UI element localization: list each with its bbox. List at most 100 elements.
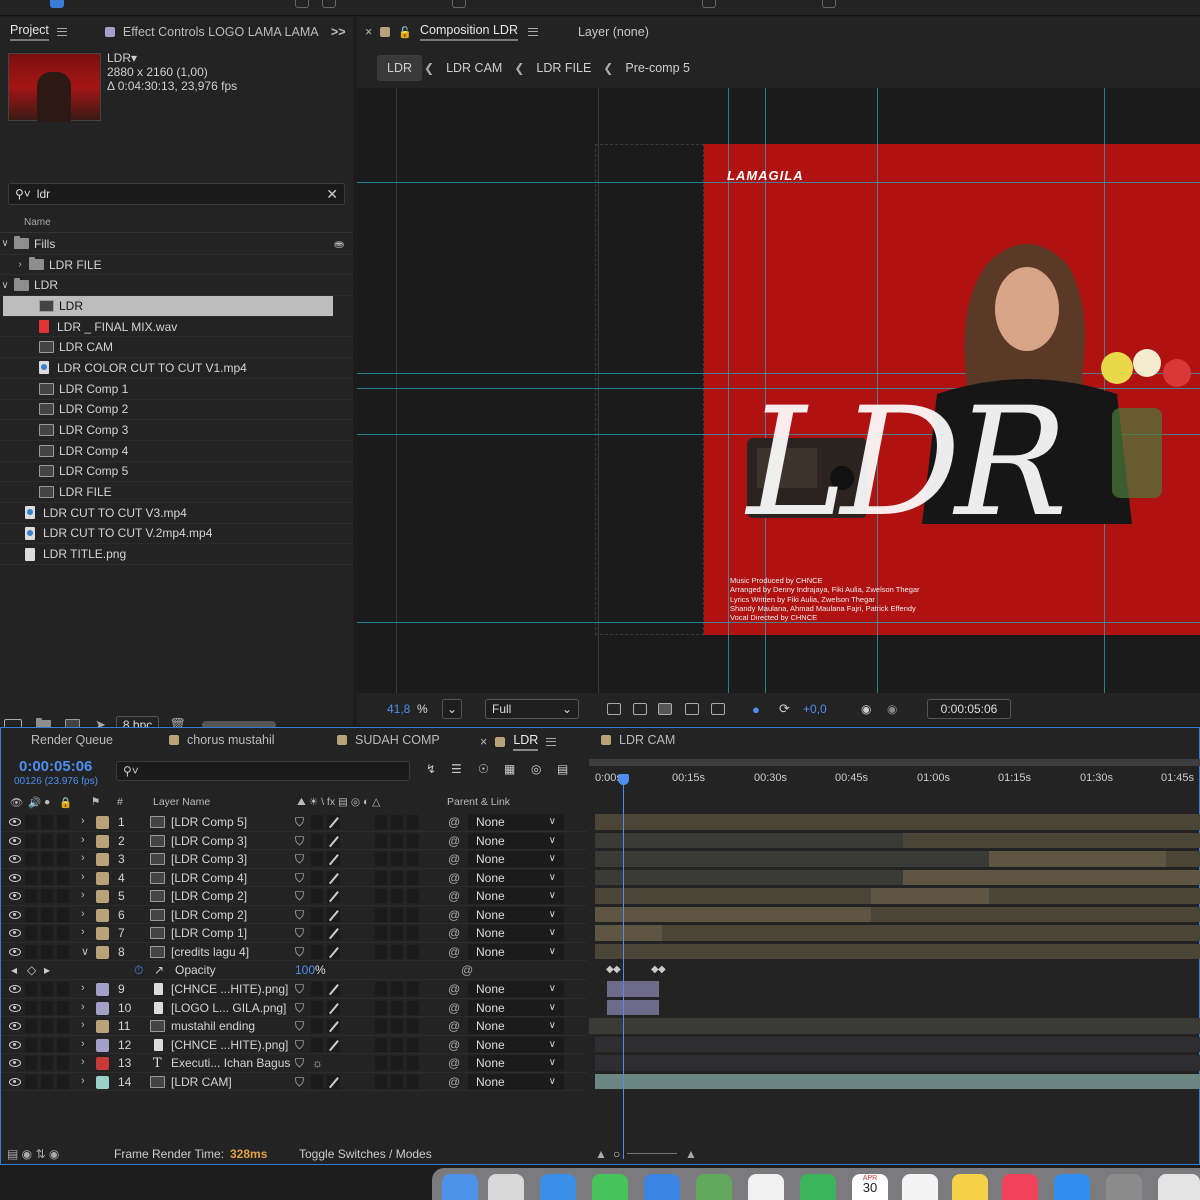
switch-box[interactable]: [407, 889, 419, 903]
collapse-switch[interactable]: [311, 907, 323, 922]
layer-row[interactable]: › 12 [CHNCE ...HITE).png] ⛉ @ None ∨: [1, 1036, 587, 1054]
quality-switch[interactable]: [327, 1037, 340, 1052]
label-color-swatch[interactable]: [96, 890, 109, 903]
photos-icon[interactable]: [748, 1174, 784, 1200]
layer-duration-bar[interactable]: [871, 888, 989, 904]
notes-icon[interactable]: [952, 1174, 988, 1200]
clear-search-icon[interactable]: ✕: [326, 186, 338, 203]
fast-previews-icon[interactable]: [607, 703, 621, 715]
layer-duration-bar[interactable]: [595, 869, 903, 885]
pick-whip-icon[interactable]: @: [448, 926, 460, 940]
pick-whip-icon[interactable]: @: [448, 1038, 460, 1052]
expand-chevron-icon[interactable]: ›: [81, 1038, 85, 1050]
switch-box[interactable]: [407, 815, 419, 829]
pick-whip-icon[interactable]: @: [448, 834, 460, 848]
label-color-swatch[interactable]: [96, 853, 109, 866]
layer-row[interactable]: › 13 T Executi... Ichan Bagus ⛉ ☼ @ None ∨: [1, 1054, 587, 1073]
zoom-in-icon[interactable]: ▲: [685, 1147, 697, 1161]
maps-icon[interactable]: [696, 1174, 732, 1200]
quality-switch[interactable]: [327, 852, 340, 866]
audio-toggle[interactable]: [25, 1037, 37, 1052]
project-item[interactable]: LDR CUT TO CUT V3.mp4: [0, 503, 353, 524]
breadcrumb-ldr-cam[interactable]: LDR CAM: [436, 55, 512, 81]
label-color-swatch[interactable]: [96, 1057, 109, 1070]
switch-box[interactable]: [375, 889, 387, 903]
switch-box[interactable]: [375, 870, 387, 885]
parent-dropdown[interactable]: None ∨: [468, 943, 564, 960]
expand-chevron-icon[interactable]: ›: [81, 834, 85, 846]
close-tab-icon[interactable]: ×: [480, 735, 487, 749]
layer-name[interactable]: [LOGO L... GILA.png]: [171, 1001, 286, 1015]
panel-menu-icon[interactable]: [546, 738, 557, 746]
shy-switch-icon[interactable]: ⛉: [295, 834, 304, 849]
switch-box[interactable]: [407, 1074, 419, 1089]
switch-box[interactable]: [391, 852, 403, 866]
prev-keyframe-icon[interactable]: ◂: [11, 963, 17, 977]
switch-box[interactable]: [391, 907, 403, 922]
zoom-value[interactable]: 41,8: [387, 702, 410, 716]
layer-duration-bar[interactable]: [589, 1018, 1200, 1034]
layer-duration-bar[interactable]: [595, 925, 662, 941]
calendar-icon[interactable]: APR 30: [852, 1174, 888, 1200]
switch-box[interactable]: [375, 982, 387, 996]
shy-switch-icon[interactable]: ⛉: [295, 1038, 304, 1053]
lock-toggle[interactable]: [57, 944, 69, 959]
chevron-right-icon[interactable]: ›: [15, 259, 25, 270]
quality-switch[interactable]: [327, 815, 340, 829]
shy-switch-icon[interactable]: ⛉: [295, 908, 304, 923]
project-item[interactable]: LDR Comp 4: [0, 441, 353, 462]
solo-toggle[interactable]: [41, 852, 53, 866]
layer-duration-bar[interactable]: [903, 869, 1200, 885]
layer-row[interactable]: › 4 [LDR Comp 4] ⛉ @ None ∨: [1, 869, 587, 887]
playhead-handle[interactable]: [618, 774, 629, 785]
visibility-eye-icon[interactable]: [9, 892, 21, 900]
switch-box[interactable]: [375, 1000, 387, 1015]
toolbar-icon[interactable]: [822, 0, 836, 8]
toolbar-icon[interactable]: [452, 0, 466, 8]
switch-box[interactable]: [375, 907, 387, 922]
layer-name[interactable]: [LDR Comp 4]: [171, 871, 247, 885]
collapse-switch[interactable]: [311, 926, 323, 940]
transparency-grid-icon[interactable]: [633, 703, 647, 715]
draft-3d-icon[interactable]: ↯: [426, 762, 436, 776]
messages-icon[interactable]: [592, 1174, 628, 1200]
lock-toggle[interactable]: [57, 1074, 69, 1089]
toggle-switches-modes-button[interactable]: Toggle Switches / Modes: [299, 1147, 432, 1161]
opacity-value[interactable]: 100: [295, 963, 315, 977]
audio-toggle[interactable]: [25, 889, 37, 903]
layer-row[interactable]: › 10 [LOGO L... GILA.png] ⛉ @ None ∨: [1, 999, 587, 1017]
video-toggle-icon[interactable]: 👁: [10, 796, 23, 809]
quality-switch[interactable]: [327, 889, 340, 903]
switch-box[interactable]: [407, 926, 419, 940]
switch-box[interactable]: [375, 815, 387, 829]
project-item[interactable]: ∨ Fills: [0, 234, 353, 255]
layer-row[interactable]: › 3 [LDR Comp 3] ⛉ @ None ∨: [1, 850, 587, 869]
layer-duration-bar[interactable]: [595, 832, 903, 848]
layer-name[interactable]: [LDR Comp 1]: [171, 926, 247, 940]
expand-chevron-icon[interactable]: ›: [81, 1001, 85, 1013]
layer-name[interactable]: [LDR Comp 2]: [171, 908, 247, 922]
timeline-search-input[interactable]: ⚲˅: [116, 761, 410, 781]
layer-row[interactable]: › 6 [LDR Comp 2] ⛉ @ None ∨: [1, 906, 587, 924]
layer-duration-bar[interactable]: [595, 814, 1200, 830]
quality-switch[interactable]: [327, 982, 340, 996]
solo-toggle[interactable]: [41, 944, 53, 959]
audio-toggle[interactable]: [25, 1000, 37, 1015]
toolbar-icon[interactable]: [322, 0, 336, 8]
solo-toggle[interactable]: [41, 870, 53, 885]
keyframe-icon[interactable]: ◆: [613, 964, 621, 975]
shy-switch-icon[interactable]: ⛉: [295, 982, 304, 997]
tab-sudah-comp[interactable]: SUDAH COMP: [337, 733, 440, 747]
close-tab-icon[interactable]: ×: [365, 25, 372, 39]
layer-row[interactable]: › 14 [LDR CAM] ⛉ @ None ∨: [1, 1073, 587, 1091]
project-item[interactable]: LDR CAM: [0, 337, 353, 359]
solo-toggle[interactable]: [41, 815, 53, 829]
lock-toggle[interactable]: [57, 926, 69, 940]
selection-tool-icon[interactable]: [50, 0, 64, 8]
launchpad-icon[interactable]: [488, 1174, 524, 1200]
solo-toggle[interactable]: [41, 1000, 53, 1015]
project-item[interactable]: LDR _ FINAL MIX.wav: [0, 317, 353, 338]
comp-flowchart-icon[interactable]: ☰: [451, 762, 462, 776]
lock-toggle[interactable]: [57, 1037, 69, 1052]
audio-toggle[interactable]: [25, 982, 37, 996]
